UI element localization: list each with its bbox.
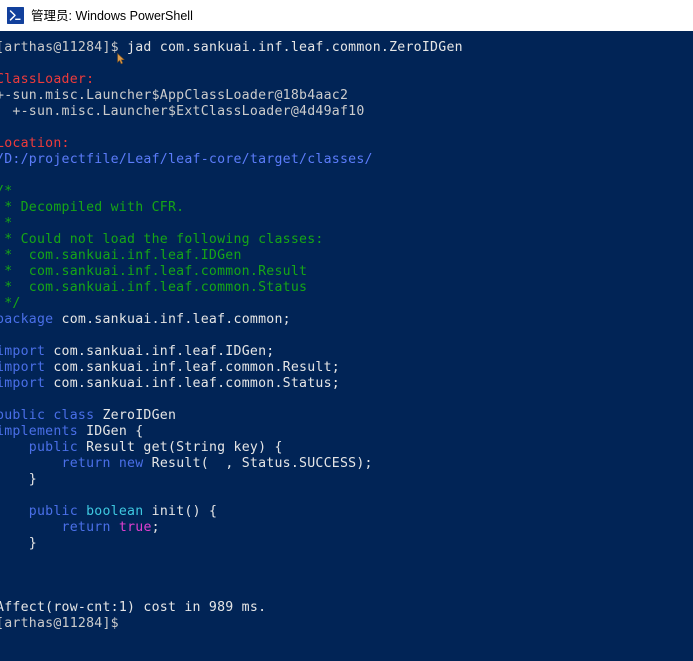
terminal-line-cl-header: ClassLoader: bbox=[0, 72, 693, 88]
terminal-text: ClassLoader: bbox=[0, 72, 95, 87]
terminal-text: [arthas@11284]$ bbox=[0, 616, 119, 631]
window-title: 管理员: Windows PowerShell bbox=[31, 8, 193, 23]
terminal-text: /* bbox=[0, 184, 13, 199]
terminal-text: * bbox=[4, 216, 13, 231]
terminal-line-blank-8 bbox=[0, 568, 693, 584]
terminal-text: * Decompiled with CFR. bbox=[0, 200, 185, 215]
terminal-line-imp-status: import com.sankuai.inf.leaf.common.Statu… bbox=[0, 376, 693, 392]
terminal-line-cmd: [arthas@11284]$ jad com.sankuai.inf.leaf… bbox=[0, 40, 693, 56]
terminal-text: [arthas@11284]$ bbox=[0, 40, 128, 55]
terminal-line-blank-7 bbox=[0, 552, 693, 568]
terminal-text: ; bbox=[151, 520, 160, 535]
terminal-text: com.sankuai.inf.leaf.IDGen; bbox=[45, 344, 275, 359]
terminal-line-package: package com.sankuai.inf.leaf.common; bbox=[0, 312, 693, 328]
terminal-text: * com.sankuai.inf.leaf.IDGen bbox=[0, 248, 242, 263]
terminal-text: implements bbox=[0, 424, 78, 439]
terminal-line-cmt-close: */ bbox=[0, 296, 693, 312]
terminal-text: * Could not load the following classes: bbox=[0, 232, 324, 247]
terminal-text: */ bbox=[4, 296, 21, 311]
terminal-line-imp-idgen: import com.sankuai.inf.leaf.IDGen; bbox=[0, 344, 693, 360]
terminal-line-impl-decl: implements IDGen { bbox=[0, 424, 693, 440]
terminal-line-prompt-end: [arthas@11284]$ bbox=[0, 616, 693, 632]
terminal-text: boolean bbox=[86, 504, 144, 519]
terminal-text: * com.sankuai.inf.leaf.common.Result bbox=[0, 264, 308, 279]
terminal-line-loc-header: Location: bbox=[0, 136, 693, 152]
terminal-line-get-close: } bbox=[0, 472, 693, 488]
terminal-text: Affect(row-cnt:1) cost in 989 ms. bbox=[0, 600, 267, 615]
terminal-text: return bbox=[61, 520, 111, 535]
terminal-text: jad com.sankuai.inf.leaf.common.ZeroIDGe… bbox=[127, 40, 463, 55]
terminal-surface[interactable]: [arthas@11284]$ jad com.sankuai.inf.leaf… bbox=[0, 31, 693, 661]
terminal-text: import bbox=[0, 376, 46, 391]
terminal-text: Result( , Status.SUCCESS); bbox=[143, 456, 373, 471]
terminal-text: init() { bbox=[143, 504, 218, 519]
terminal-text: public class bbox=[0, 408, 95, 423]
powershell-icon bbox=[7, 7, 24, 24]
terminal-line-imp-result: import com.sankuai.inf.leaf.common.Resul… bbox=[0, 360, 693, 376]
terminal-text: ZeroIDGen bbox=[94, 408, 177, 423]
terminal-line-cmt-status: * com.sankuai.inf.leaf.common.Status bbox=[0, 280, 693, 296]
terminal-line-cmt-cfr: * Decompiled with CFR. bbox=[0, 200, 693, 216]
terminal-text: IDGen { bbox=[77, 424, 144, 439]
terminal-line-blank-9 bbox=[0, 584, 693, 600]
terminal-text: * com.sankuai.inf.leaf.common.Status bbox=[0, 280, 308, 295]
terminal-text: +-sun.misc.Launcher$AppClassLoader@18b4a… bbox=[0, 88, 349, 103]
terminal-text: Result get(String key) { bbox=[77, 440, 283, 455]
terminal-line-loc-path: /D:/projectfile/Leaf/leaf-core/target/cl… bbox=[0, 152, 693, 168]
terminal-line-blank-3 bbox=[0, 168, 693, 184]
terminal-line-cmt-result: * com.sankuai.inf.leaf.common.Result bbox=[0, 264, 693, 280]
terminal-line-blank-2 bbox=[0, 120, 693, 136]
terminal-line-cmt-gap: * bbox=[0, 216, 693, 232]
title-bar: 管理员: Windows PowerShell bbox=[0, 0, 693, 31]
terminal-text: com.sankuai.inf.leaf.common.Result; bbox=[45, 360, 340, 375]
terminal-line-blank-4 bbox=[0, 328, 693, 344]
terminal-line-cmt-could: * Could not load the following classes: bbox=[0, 232, 693, 248]
terminal-text: return new bbox=[61, 456, 144, 471]
terminal-line-cl-ext: +-sun.misc.Launcher$ExtClassLoader@4d49a… bbox=[0, 104, 693, 120]
terminal-line-cmt-open: /* bbox=[0, 184, 693, 200]
terminal-line-init-sig: public boolean init() { bbox=[0, 504, 693, 520]
terminal-text: } bbox=[0, 472, 37, 487]
terminal-line-blank-1 bbox=[0, 56, 693, 72]
terminal-line-cl-app: +-sun.misc.Launcher$AppClassLoader@18b4a… bbox=[0, 88, 693, 104]
terminal-line-get-sig: public Result get(String key) { bbox=[0, 440, 693, 456]
terminal-line-blank-5 bbox=[0, 392, 693, 408]
terminal-text: true bbox=[118, 520, 152, 535]
terminal-line-cmt-idgen: * com.sankuai.inf.leaf.IDGen bbox=[0, 248, 693, 264]
terminal-text: com.sankuai.inf.leaf.common; bbox=[53, 312, 291, 327]
terminal-text: } bbox=[0, 536, 37, 551]
terminal-text: Location: bbox=[0, 136, 70, 151]
powershell-window: 管理员: Windows PowerShell [arthas@11284]$ … bbox=[0, 0, 693, 661]
terminal-line-blank-6 bbox=[0, 488, 693, 504]
terminal-text: import bbox=[0, 360, 46, 375]
terminal-line-init-close: } bbox=[0, 536, 693, 552]
terminal-text: package bbox=[0, 312, 54, 327]
terminal-text: public bbox=[28, 504, 78, 519]
terminal-text: import bbox=[0, 344, 46, 359]
terminal-text: +-sun.misc.Launcher$ExtClassLoader@4d49a… bbox=[0, 104, 365, 119]
terminal-text: com.sankuai.inf.leaf.common.Status; bbox=[45, 376, 340, 391]
terminal-line-get-body: return new Result( , Status.SUCCESS); bbox=[0, 456, 693, 472]
terminal-line-init-body: return true; bbox=[0, 520, 693, 536]
terminal-text: /D:/projectfile/Leaf/leaf-core/target/cl… bbox=[0, 152, 373, 167]
terminal-line-class-decl: public class ZeroIDGen bbox=[0, 408, 693, 424]
terminal-line-affect: Affect(row-cnt:1) cost in 989 ms. bbox=[0, 600, 693, 616]
terminal-screen[interactable]: [arthas@11284]$ jad com.sankuai.inf.leaf… bbox=[0, 40, 693, 632]
terminal-text: public bbox=[28, 440, 78, 455]
